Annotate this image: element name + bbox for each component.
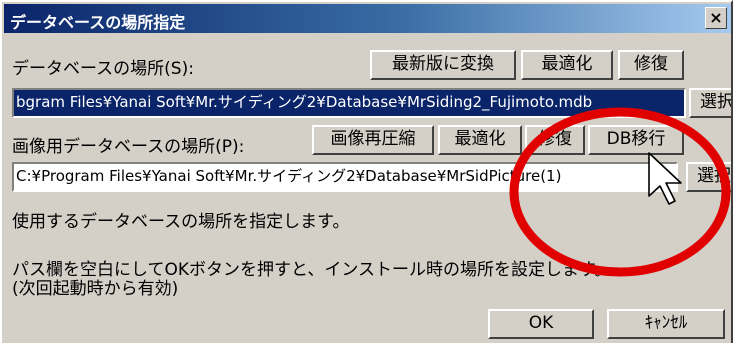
title-bar[interactable]: データベースの場所指定 × [4, 4, 731, 33]
recompress-images-button[interactable]: 画像再圧縮 [312, 125, 434, 155]
repair-image-database-button[interactable]: 修復 [525, 125, 585, 155]
browse-image-database-button[interactable]: 選択 [686, 162, 731, 192]
database-path-text: bgram Files¥Yanai Soft¥Mr.サイディング2¥Databa… [16, 93, 593, 111]
info-text-usage: 使用するデータベースの場所を指定します。 [12, 212, 350, 232]
repair-database-button[interactable]: 修復 [618, 50, 684, 80]
browse-database-button[interactable]: 選択 [689, 88, 731, 118]
migrate-db-button[interactable]: DB移行 [588, 125, 684, 155]
database-location-label: データベースの場所(S): [12, 59, 194, 79]
image-database-location-label: 画像用データベースの場所(P): [12, 137, 245, 157]
ok-button[interactable]: OK [488, 309, 594, 339]
image-database-path-input[interactable]: C:¥Program Files¥Yanai Soft¥Mr.サイディング2¥D… [12, 162, 678, 192]
image-database-path-text: C:¥Program Files¥Yanai Soft¥Mr.サイディング2¥D… [16, 167, 562, 185]
dialog-title: データベースの場所指定 [10, 13, 186, 32]
optimize-image-database-button[interactable]: 最適化 [438, 125, 522, 155]
optimize-database-button[interactable]: 最適化 [521, 50, 613, 80]
database-location-dialog: データベースの場所指定 × データベースの場所(S): 最新版に変換 最適化 修… [0, 0, 733, 343]
database-path-input[interactable]: bgram Files¥Yanai Soft¥Mr.サイディング2¥Databa… [12, 88, 686, 118]
cancel-button[interactable]: ｷｬﾝｾﾙ [607, 309, 725, 339]
close-button[interactable]: × [705, 7, 727, 29]
upgrade-database-button[interactable]: 最新版に変換 [370, 50, 516, 80]
close-icon: × [709, 8, 723, 27]
info-text-next-launch: (次回起動時から有効) [12, 279, 179, 299]
